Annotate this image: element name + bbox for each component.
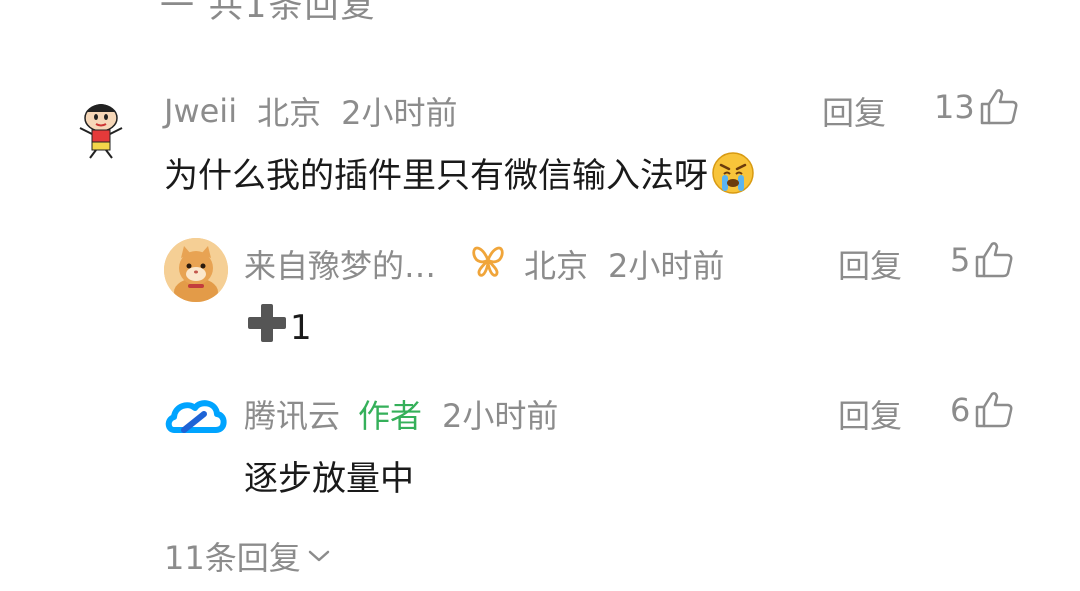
thumbs-up-icon — [976, 392, 1013, 428]
crying-face-emoji-icon — [710, 150, 756, 205]
like-count: 13 — [934, 88, 975, 126]
comment-text: 1 — [290, 307, 312, 348]
cat-avatar-icon — [164, 238, 228, 302]
expand-replies-button[interactable]: 11条回复 — [164, 533, 333, 579]
username[interactable]: 腾讯云 — [244, 391, 340, 437]
reply-button[interactable]: 回复 — [822, 88, 886, 134]
comment-content: 为什么我的插件里只有微信输入法呀 — [164, 148, 756, 205]
like-button[interactable]: 6 — [950, 391, 1014, 429]
avatar[interactable] — [164, 388, 228, 452]
username[interactable]: 来自豫梦的… — [244, 241, 436, 287]
location-label: 北京 — [257, 94, 322, 132]
butterfly-badge-icon — [468, 241, 508, 287]
like-count: 6 — [950, 391, 971, 429]
comment-content: 1 — [244, 300, 312, 355]
timestamp: 2小时前 — [442, 397, 559, 435]
like-button[interactable]: 5 — [950, 241, 1014, 279]
previous-comment-cutoff-text: 一 共1条回复 — [160, 0, 377, 26]
tencent-cloud-logo-icon — [165, 400, 227, 433]
reply-meta: 腾讯云 作者 2小时前 — [244, 391, 558, 437]
thumbs-up-icon — [976, 242, 1013, 278]
reply-meta: 来自豫梦的… 北京 2小时前 — [244, 241, 724, 287]
avatar[interactable] — [68, 98, 130, 160]
timestamp: 2小时前 — [341, 94, 458, 132]
reply-button[interactable]: 回复 — [838, 391, 902, 437]
comment-meta: Jweii 北京 2小时前 — [164, 88, 457, 134]
username[interactable]: Jweii — [164, 92, 237, 130]
cartoon-boy-avatar-icon — [68, 98, 130, 160]
like-count: 5 — [950, 241, 971, 279]
chevron-down-icon — [308, 550, 329, 562]
comment-text: 为什么我的插件里只有微信输入法呀 — [164, 156, 708, 196]
more-replies-label: 11条回复 — [164, 539, 301, 577]
plus-emoji-icon — [244, 300, 290, 355]
location-label: 北京 — [524, 247, 589, 285]
thumbs-up-icon — [980, 89, 1018, 125]
comment-text: 逐步放量中 — [244, 459, 414, 499]
comment-content: 逐步放量中 — [244, 451, 414, 500]
reply-button[interactable]: 回复 — [838, 241, 902, 287]
author-tag: 作者 — [358, 397, 423, 435]
like-button[interactable]: 13 — [934, 88, 1019, 126]
avatar[interactable] — [164, 238, 228, 302]
timestamp: 2小时前 — [608, 247, 725, 285]
